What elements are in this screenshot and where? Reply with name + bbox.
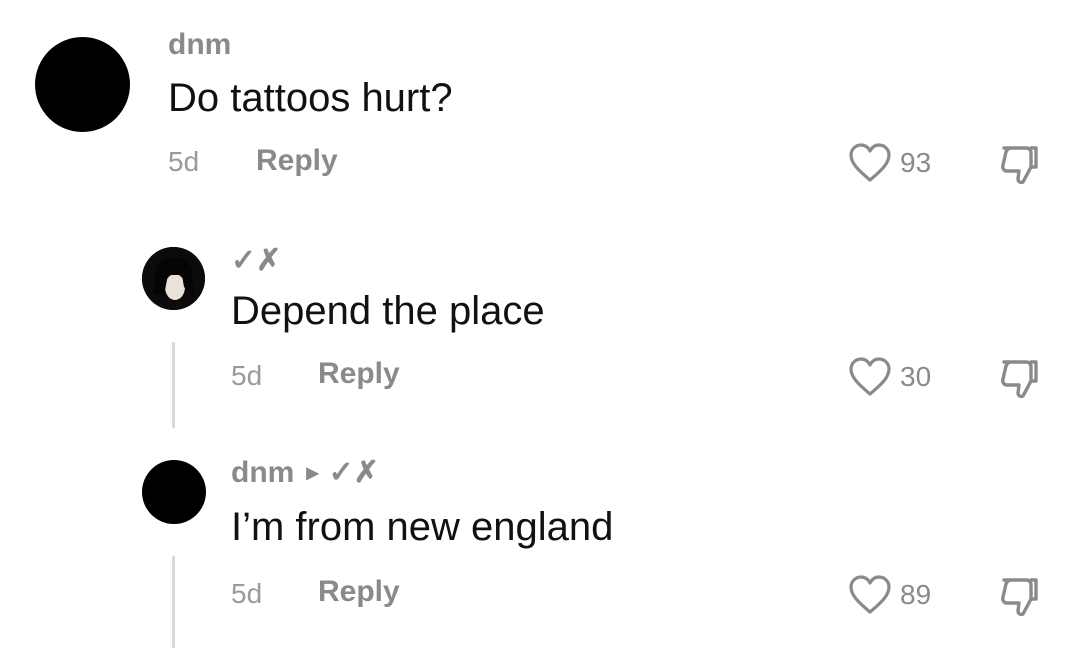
- triangle-right-icon: ▶: [306, 464, 319, 482]
- username-text[interactable]: dnm: [231, 456, 294, 490]
- reply-to-username[interactable]: ✓✗: [329, 455, 379, 490]
- reply-button[interactable]: Reply: [318, 575, 400, 609]
- avatar[interactable]: [142, 460, 206, 524]
- like-count: 89: [900, 579, 932, 610]
- thumbs-down-icon: [1001, 578, 1038, 617]
- comment-text: I’m from new england: [231, 505, 614, 549]
- dislike-button[interactable]: [996, 574, 1044, 623]
- comment-thread: dnm Do tattoos hurt? 5d Reply 93 ✓✗ Depe…: [0, 0, 1080, 648]
- thread-line: [172, 556, 175, 648]
- like-button[interactable]: 89: [848, 574, 931, 616]
- comment-time: 5d: [231, 578, 263, 609]
- heart-outline-icon: [849, 575, 891, 614]
- comment-3: dnm ▶ ✓✗ I’m from new england 5d Reply 8…: [0, 0, 1080, 648]
- comment-username[interactable]: dnm ▶ ✓✗: [231, 455, 379, 490]
